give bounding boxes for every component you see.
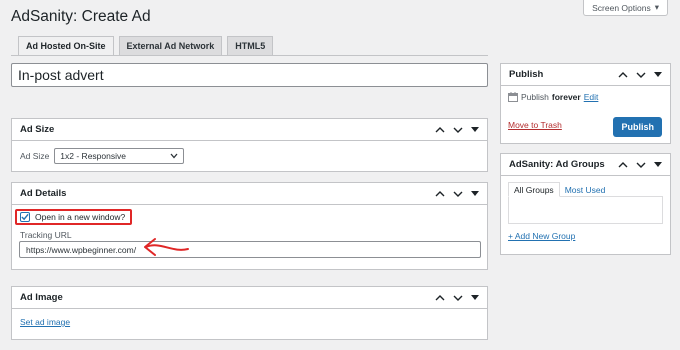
- ad-details-title: Ad Details: [20, 188, 67, 199]
- set-ad-image-link[interactable]: Set ad image: [20, 317, 70, 327]
- tab-external-ad-network[interactable]: External Ad Network: [118, 36, 223, 56]
- tracking-url-input[interactable]: https://www.wpbeginner.com/: [19, 241, 481, 258]
- tab-all-groups[interactable]: All Groups: [508, 182, 560, 197]
- ad-size-selected: 1x2 - Responsive: [60, 151, 126, 161]
- box-controls: [618, 161, 662, 169]
- screen-options-button[interactable]: Screen Options ▾: [583, 0, 668, 16]
- publish-status-row: Publish forever Edit: [501, 86, 670, 108]
- chevron-up-icon[interactable]: [618, 71, 628, 79]
- ad-size-select[interactable]: 1x2 - Responsive: [54, 148, 185, 164]
- tracking-url-label: Tracking URL: [20, 230, 72, 240]
- box-controls: [435, 294, 479, 302]
- tab-most-used[interactable]: Most Used: [560, 182, 611, 197]
- box-controls: [435, 190, 479, 198]
- caret-toggle-icon[interactable]: [471, 126, 479, 133]
- tab-ad-hosted-on-site[interactable]: Ad Hosted On-Site: [18, 36, 114, 56]
- box-controls: [435, 126, 479, 134]
- publish-button[interactable]: Publish: [613, 117, 662, 137]
- caret-toggle-icon[interactable]: [471, 294, 479, 301]
- ad-details-header: Ad Details: [12, 183, 487, 205]
- ad-type-tabs: Ad Hosted On-Site External Ad Network HT…: [18, 36, 274, 56]
- publish-box: Publish Publish forever Edit Move to Tra…: [500, 63, 671, 144]
- new-window-checkbox[interactable]: [20, 212, 30, 222]
- ad-groups-tabs: All Groups Most Used: [508, 182, 610, 197]
- ad-groups-list: [508, 196, 663, 224]
- checkmark-icon: [21, 213, 29, 221]
- caret-toggle-icon[interactable]: [471, 190, 479, 197]
- chevron-down-icon[interactable]: [636, 71, 646, 79]
- move-to-trash-link[interactable]: Move to Trash: [508, 120, 562, 130]
- screen-options-label: Screen Options: [592, 2, 651, 13]
- box-controls: [618, 71, 662, 79]
- ad-groups-header: AdSanity: Ad Groups: [501, 154, 670, 176]
- ad-size-header: Ad Size: [12, 119, 487, 141]
- annotation-arrow-icon: [144, 238, 189, 256]
- chevron-up-icon[interactable]: [435, 190, 445, 198]
- ad-image-box: Ad Image Set ad image: [11, 286, 488, 340]
- publish-title: Publish: [509, 69, 544, 80]
- ad-image-title: Ad Image: [20, 292, 63, 303]
- chevron-down-icon[interactable]: [453, 190, 463, 198]
- new-window-highlight: Open in a new window?: [15, 209, 133, 225]
- page-title: AdSanity: Create Ad: [11, 8, 151, 25]
- chevron-down-icon[interactable]: [453, 294, 463, 302]
- tab-html5[interactable]: HTML5: [227, 36, 274, 56]
- tracking-url-value: https://www.wpbeginner.com/: [26, 244, 137, 255]
- ad-details-box: Ad Details Open in a new window? Trackin…: [11, 182, 488, 270]
- caret-toggle-icon[interactable]: [654, 71, 662, 78]
- add-new-group-link[interactable]: + Add New Group: [508, 231, 575, 241]
- ad-title-input[interactable]: In-post advert: [11, 63, 488, 87]
- chevron-down-icon: [170, 153, 178, 159]
- ad-groups-box: AdSanity: Ad Groups All Groups Most Used…: [500, 153, 671, 255]
- publish-status-prefix: Publish: [521, 92, 549, 102]
- ad-size-label: Ad Size: [20, 151, 50, 161]
- chevron-up-icon[interactable]: [435, 294, 445, 302]
- chevron-up-icon[interactable]: [618, 161, 628, 169]
- caret-down-icon: ▾: [654, 2, 659, 12]
- calendar-icon: [508, 92, 518, 102]
- new-window-label: Open in a new window?: [35, 212, 126, 222]
- caret-toggle-icon[interactable]: [654, 161, 662, 168]
- publish-status-value: forever: [551, 92, 581, 102]
- chevron-down-icon[interactable]: [636, 161, 646, 169]
- ad-size-box: Ad Size Ad Size 1x2 - Responsive: [11, 118, 488, 172]
- ad-image-header: Ad Image: [12, 287, 487, 309]
- chevron-down-icon[interactable]: [453, 126, 463, 134]
- chevron-up-icon[interactable]: [435, 126, 445, 134]
- ad-groups-title: AdSanity: Ad Groups: [509, 159, 605, 170]
- publish-header: Publish: [501, 64, 670, 86]
- publish-edit-link[interactable]: Edit: [584, 92, 599, 102]
- ad-size-title: Ad Size: [20, 124, 55, 135]
- tab-divider: [11, 55, 488, 56]
